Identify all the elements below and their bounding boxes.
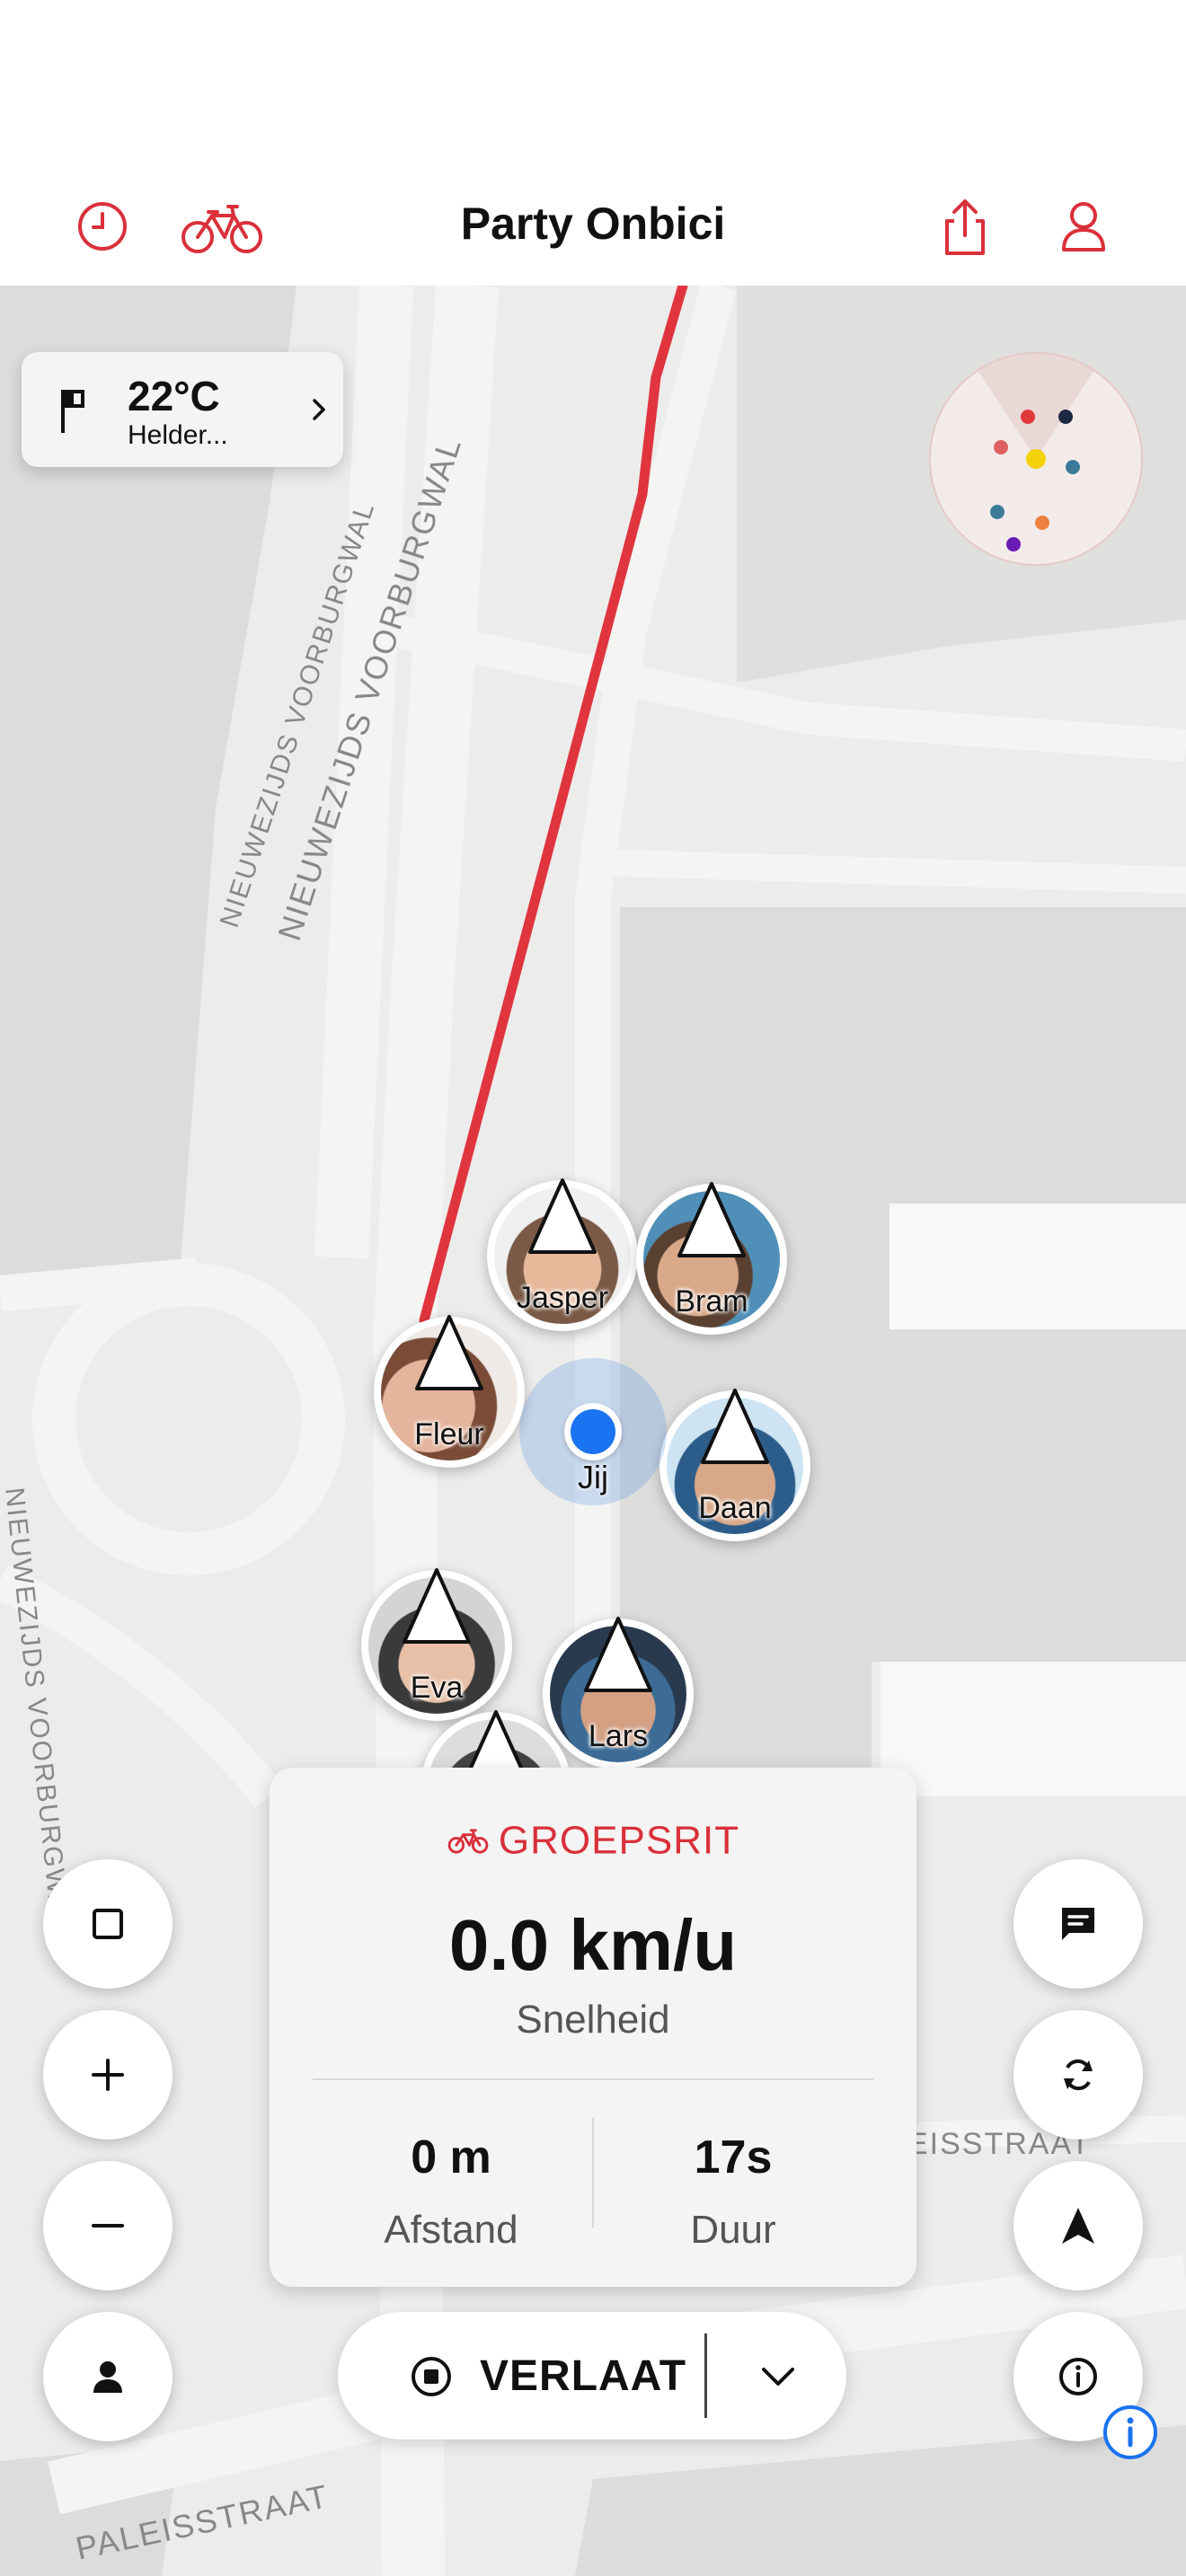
info-icon	[1059, 2358, 1097, 2395]
chat-button[interactable]	[1013, 1859, 1143, 1989]
heading-arrow-icon	[528, 1178, 597, 1254]
radar-dot	[1006, 537, 1021, 551]
radar-dots	[967, 354, 1105, 551]
refresh-icon	[1064, 2059, 1093, 2091]
divider	[704, 2333, 707, 2418]
radar-dot	[1021, 410, 1035, 424]
zoom-in-button[interactable]	[43, 2010, 173, 2139]
heading-arrow-icon	[584, 1617, 652, 1692]
radar-dot	[990, 505, 1005, 519]
heading-arrow-icon	[677, 1182, 746, 1257]
weather-chip[interactable]: 22°C Helder...	[22, 352, 343, 467]
rider-avatar-bram[interactable]: Bram	[636, 1182, 787, 1335]
rider-avatar-jasper[interactable]: Jasper	[487, 1178, 638, 1331]
minus-icon	[92, 2224, 124, 2228]
rider-name: Daan	[698, 1491, 772, 1525]
divider	[592, 2118, 594, 2228]
rider-avatar-fleur[interactable]: Fleur	[374, 1315, 525, 1468]
speed-value: 0.0 km/u	[448, 1905, 738, 1985]
weather-condition: Helder...	[128, 420, 228, 450]
rider-avatar-lars[interactable]: Lars	[543, 1617, 694, 1769]
self-label: Jij	[578, 1459, 608, 1495]
rider-avatar-daan[interactable]: Daan	[659, 1389, 810, 1541]
rider-name: Bram	[675, 1284, 748, 1319]
heading-arrow-icon	[403, 1568, 471, 1644]
bike-icon	[447, 1829, 489, 1854]
stop-button[interactable]	[43, 1859, 173, 1989]
duration-label: Duur	[690, 2208, 776, 2252]
rider-name: Jasper	[516, 1281, 609, 1315]
group-radar[interactable]	[929, 352, 1143, 566]
radar-dot	[994, 440, 1008, 454]
ride-mode-row: GROEPSRIT	[270, 1816, 916, 1863]
plus-icon	[92, 2059, 124, 2091]
rider-avatar-eva[interactable]: Eva	[361, 1568, 512, 1721]
radar-dot	[1035, 516, 1049, 530]
ride-stats-card: GROEPSRIT 0.0 km/u Snelheid 0 m Afstand …	[270, 1768, 916, 2287]
speed-label: Snelheid	[516, 1998, 670, 2042]
navigate-button[interactable]	[1013, 2161, 1143, 2290]
rider-name: Eva	[410, 1671, 464, 1705]
zoom-out-button[interactable]	[43, 2161, 173, 2290]
top-bar: Party Onbici	[0, 0, 1186, 286]
divider	[313, 2078, 873, 2080]
ride-mode-label: GROEPSRIT	[498, 1818, 740, 1863]
chat-icon	[1062, 1908, 1094, 1940]
page-title: Party Onbici	[460, 198, 726, 249]
chevron-down-icon[interactable]	[758, 2359, 798, 2395]
radar-dot	[1026, 449, 1046, 469]
radar-dot	[1058, 410, 1073, 424]
stop-circle-icon	[412, 2357, 451, 2396]
leave-ride-button[interactable]: VERLAAT	[338, 2312, 846, 2439]
navigation-arrow-icon	[1062, 2208, 1094, 2244]
heading-arrow-icon	[415, 1315, 483, 1390]
radar-dot	[1066, 460, 1080, 474]
profile-icon[interactable]	[1048, 190, 1120, 262]
distance-value: 0 m	[411, 2131, 491, 2183]
distance-stat: 0 m Afstand	[316, 2130, 586, 2253]
weather-temperature: 22°C	[128, 373, 220, 419]
distance-label: Afstand	[384, 2208, 518, 2252]
person-icon	[93, 2361, 122, 2393]
duration-stat: 17s Duur	[598, 2130, 868, 2253]
person-button[interactable]	[43, 2312, 173, 2441]
stop-square-icon	[93, 1909, 123, 1939]
heading-arrow-icon	[701, 1389, 769, 1464]
duration-value: 17s	[694, 2131, 773, 2183]
map-attribution-icon[interactable]	[1102, 2404, 1159, 2461]
share-icon[interactable]	[929, 190, 1001, 262]
chevron-right-icon	[313, 399, 325, 420]
leave-label: VERLAAT	[480, 2352, 687, 2400]
flag-icon	[61, 390, 84, 433]
rider-name: Fleur	[414, 1417, 484, 1451]
rider-name: Lars	[588, 1719, 649, 1753]
refresh-button[interactable]	[1013, 2010, 1143, 2139]
